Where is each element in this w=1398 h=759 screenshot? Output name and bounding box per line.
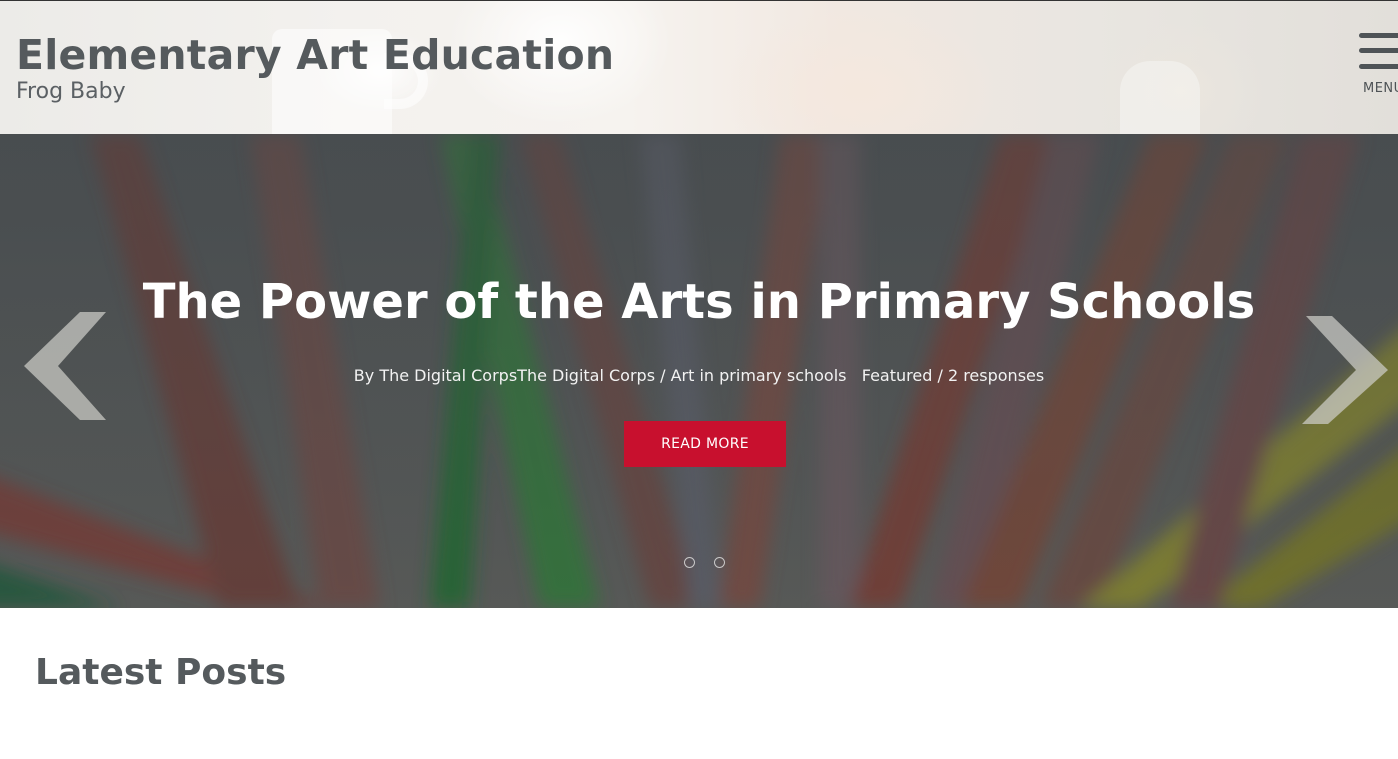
latest-posts-heading: Latest Posts [35, 652, 287, 693]
hamburger-icon-bar-middle [1359, 48, 1398, 53]
meta-author-link[interactable]: The Digital Corps [379, 366, 517, 385]
menu-toggle-button[interactable]: MENU [1356, 31, 1398, 101]
header-background-jar [1120, 61, 1200, 134]
slider-next-button[interactable] [1290, 316, 1398, 436]
meta-author-name: The Digital Corps [517, 366, 656, 385]
slider-dot-2[interactable] [714, 557, 725, 568]
menu-label: MENU [1363, 81, 1398, 96]
read-more-button[interactable]: READ MORE [624, 421, 786, 467]
slide-title[interactable]: The Power of the Arts in Primary Schools [0, 274, 1398, 330]
chevron-right-icon [1302, 316, 1388, 424]
meta-tag: Featured [861, 366, 933, 385]
featured-slider: The Power of the Arts in Primary Schools… [0, 134, 1398, 608]
meta-separator: / [655, 366, 671, 385]
meta-category-link[interactable]: Art in primary schools [671, 366, 847, 385]
site-header: Elementary Art Education Frog Baby MENU [0, 0, 1398, 134]
site-tagline: Frog Baby [16, 79, 126, 104]
slider-prev-button[interactable] [18, 312, 128, 432]
hamburger-icon-bar-bottom [1359, 64, 1398, 69]
meta-separator: / [932, 366, 948, 385]
chevron-left-icon [24, 312, 106, 420]
slider-dot-1[interactable] [684, 557, 695, 568]
hamburger-icon-bar-top [1359, 33, 1398, 38]
site-title[interactable]: Elementary Art Education [16, 31, 614, 79]
slide-meta: By The Digital CorpsThe Digital Corps / … [0, 366, 1398, 385]
meta-by-label: By [353, 366, 380, 385]
slider-pagination [684, 557, 734, 569]
meta-responses-link[interactable]: 2 responses [948, 366, 1044, 385]
